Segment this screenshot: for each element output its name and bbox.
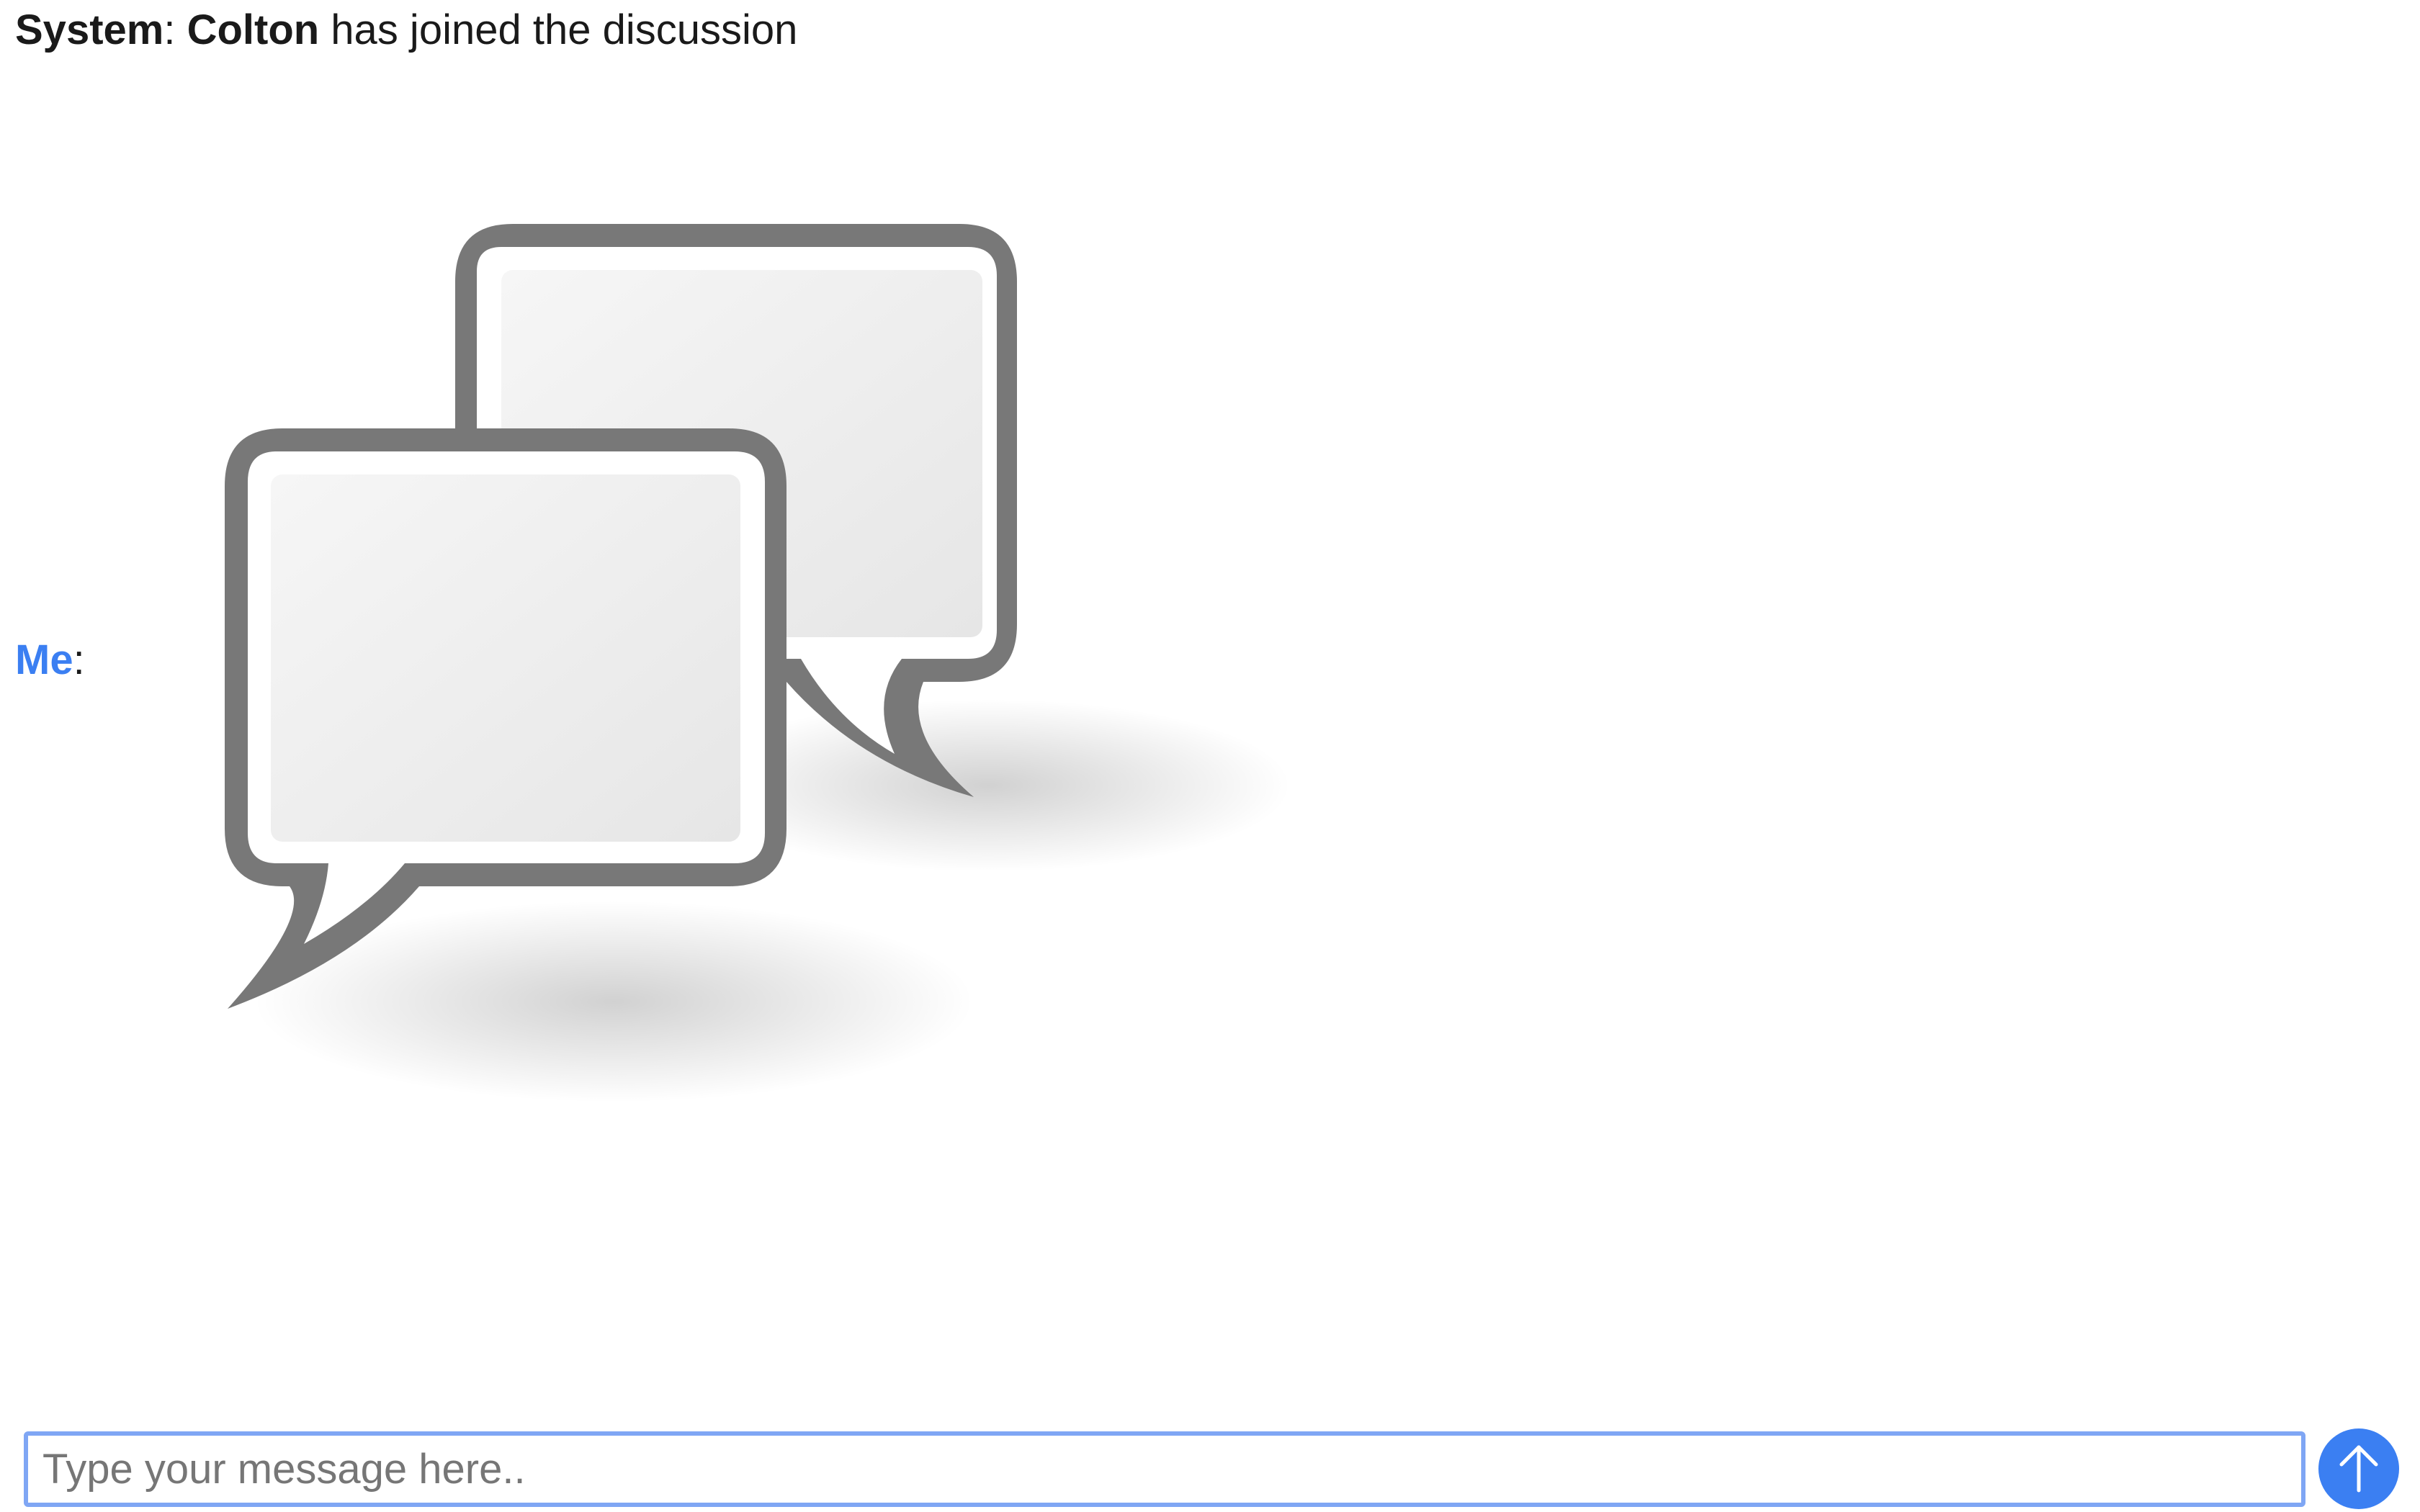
my-message-header: Me: xyxy=(15,634,85,686)
message-input-box[interactable] xyxy=(24,1431,2305,1507)
joined-user-name: Colton xyxy=(187,6,320,53)
message-separator: : xyxy=(163,6,187,53)
my-message: Me: xyxy=(15,224,1384,1160)
message-sender-me: Me xyxy=(15,636,73,683)
system-message: System: Colton has joined the discussion xyxy=(15,4,797,56)
speech-bubbles-icon xyxy=(225,224,1291,1102)
send-button[interactable] xyxy=(2318,1428,2399,1509)
message-sender: System xyxy=(15,6,164,53)
message-separator: : xyxy=(73,636,85,683)
chat-page: System: Colton has joined the discussion… xyxy=(0,0,2420,1512)
arrow-up-icon xyxy=(2339,1445,2378,1493)
message-input[interactable] xyxy=(28,1436,2301,1503)
message-text: has joined the discussion xyxy=(319,6,798,53)
